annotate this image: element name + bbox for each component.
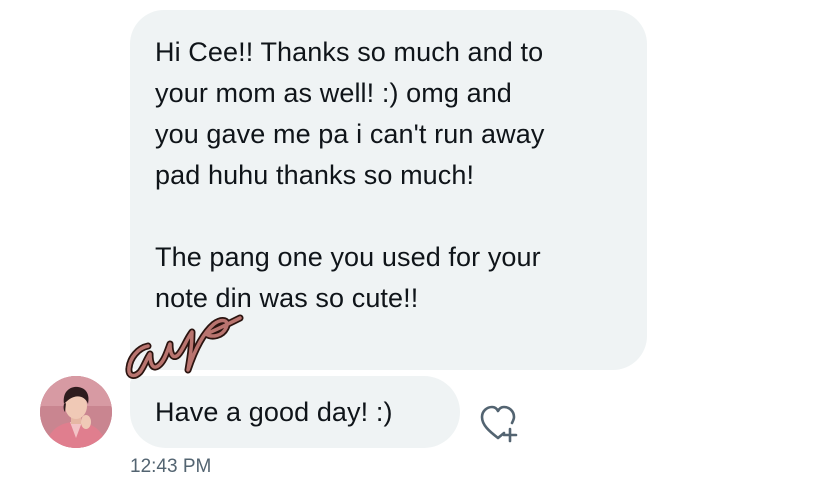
message-line: pad huhu thanks so much! [155, 160, 475, 190]
message-timestamp: 12:43 PM [130, 456, 212, 477]
message-line: Have a good day! :) [155, 397, 393, 427]
message-bubble[interactable]: Have a good day! :) [130, 376, 460, 448]
add-reaction-button[interactable] [474, 400, 522, 448]
message-line: Hi Cee!! Thanks so much and to [155, 37, 544, 67]
message-bubble[interactable]: Hi Cee!! Thanks so much and to your mom … [130, 10, 647, 370]
avatar-photo [40, 376, 112, 448]
message-line: note din was so cute!! [155, 283, 419, 313]
avatar[interactable] [40, 376, 112, 448]
message-line: The pang one you used for your [155, 242, 541, 272]
message-line: you gave me pa i can't run away [155, 119, 545, 149]
heart-plus-icon [480, 405, 518, 443]
message-line: your mom as well! :) omg and [155, 78, 512, 108]
